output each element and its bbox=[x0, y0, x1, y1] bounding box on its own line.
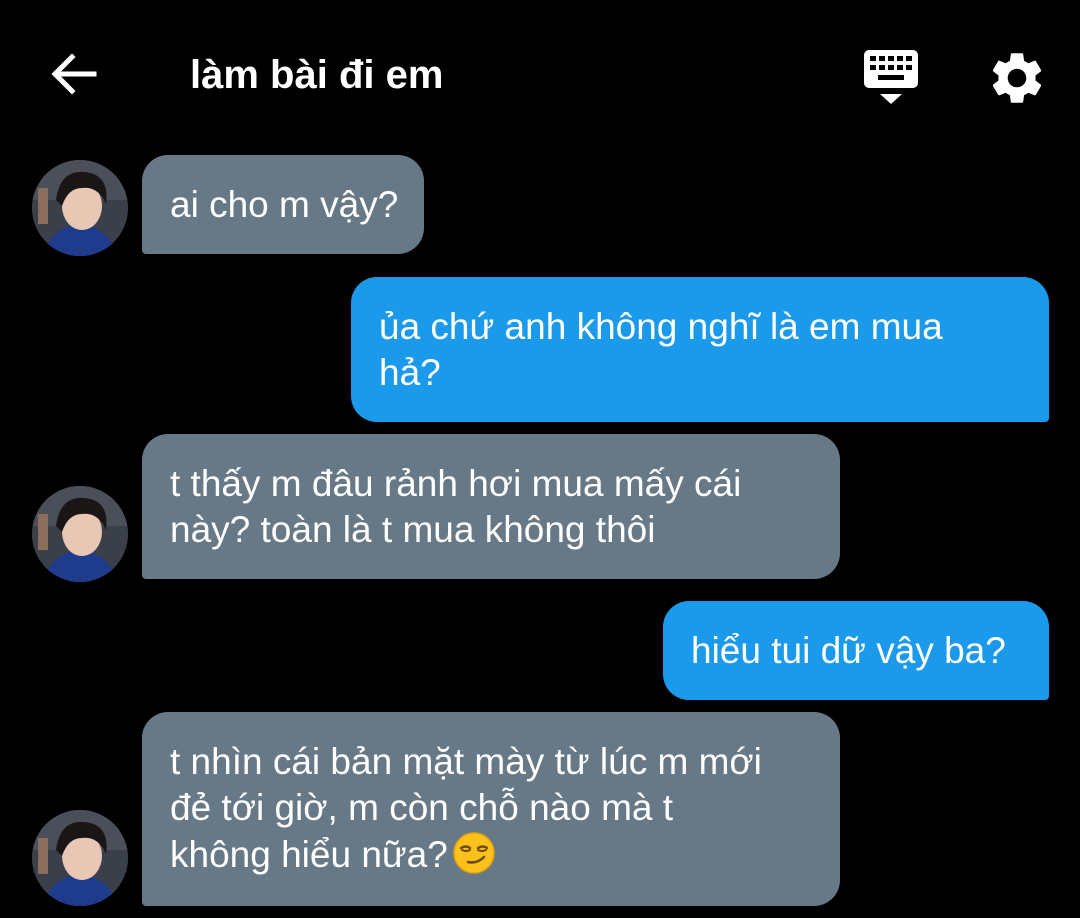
message-text: ai cho m vậy? bbox=[170, 184, 399, 225]
chat-title: làm bài đi em bbox=[190, 53, 444, 97]
message-text-line: này? toàn là t mua không thôi bbox=[170, 509, 656, 550]
message-text-line: t nhìn cái bản mặt mày từ lúc m mới bbox=[170, 741, 762, 782]
message-text-line: không hiểu nữa? bbox=[170, 831, 814, 878]
avatar-photo bbox=[32, 810, 128, 906]
message-text-line: t thấy m đâu rảnh hơi mua mấy cái bbox=[170, 463, 742, 504]
received-message-bubble[interactable]: t nhìn cái bản mặt mày từ lúc m mới đẻ t… bbox=[142, 712, 840, 906]
back-button[interactable] bbox=[44, 44, 104, 104]
sent-message-bubble[interactable]: hiểu tui dữ vậy ba? bbox=[663, 601, 1049, 700]
received-message-bubble[interactable]: t thấy m đâu rảnh hơi mua mấy cái này? t… bbox=[142, 434, 840, 579]
avatar-photo bbox=[32, 486, 128, 582]
message-text-fragment: không hiểu nữa? bbox=[170, 834, 448, 875]
keyboard-hide-icon bbox=[864, 50, 918, 104]
avatar-photo bbox=[32, 160, 128, 256]
message-text-line: đẻ tới giờ, m còn chỗ nào mà t bbox=[170, 787, 674, 828]
gear-icon bbox=[992, 53, 1042, 103]
message-text: hiểu tui dữ vậy ba? bbox=[691, 630, 1006, 671]
settings-button[interactable] bbox=[986, 47, 1048, 109]
message-text-line: hả? bbox=[379, 352, 441, 393]
keyboard-hide-button[interactable] bbox=[858, 46, 924, 108]
message-text-line: ủa chứ anh không nghĩ là em mua bbox=[379, 306, 943, 347]
contact-avatar[interactable] bbox=[32, 160, 128, 256]
contact-avatar[interactable] bbox=[32, 810, 128, 906]
sent-message-bubble[interactable]: ủa chứ anh không nghĩ là em mua hả? bbox=[351, 277, 1049, 422]
contact-avatar[interactable] bbox=[32, 486, 128, 582]
chat-header: làm bài đi em bbox=[0, 0, 1080, 140]
smirking-face-emoji bbox=[453, 832, 495, 874]
arrow-left-icon bbox=[51, 53, 97, 95]
received-message-bubble[interactable]: ai cho m vậy? bbox=[142, 155, 425, 254]
